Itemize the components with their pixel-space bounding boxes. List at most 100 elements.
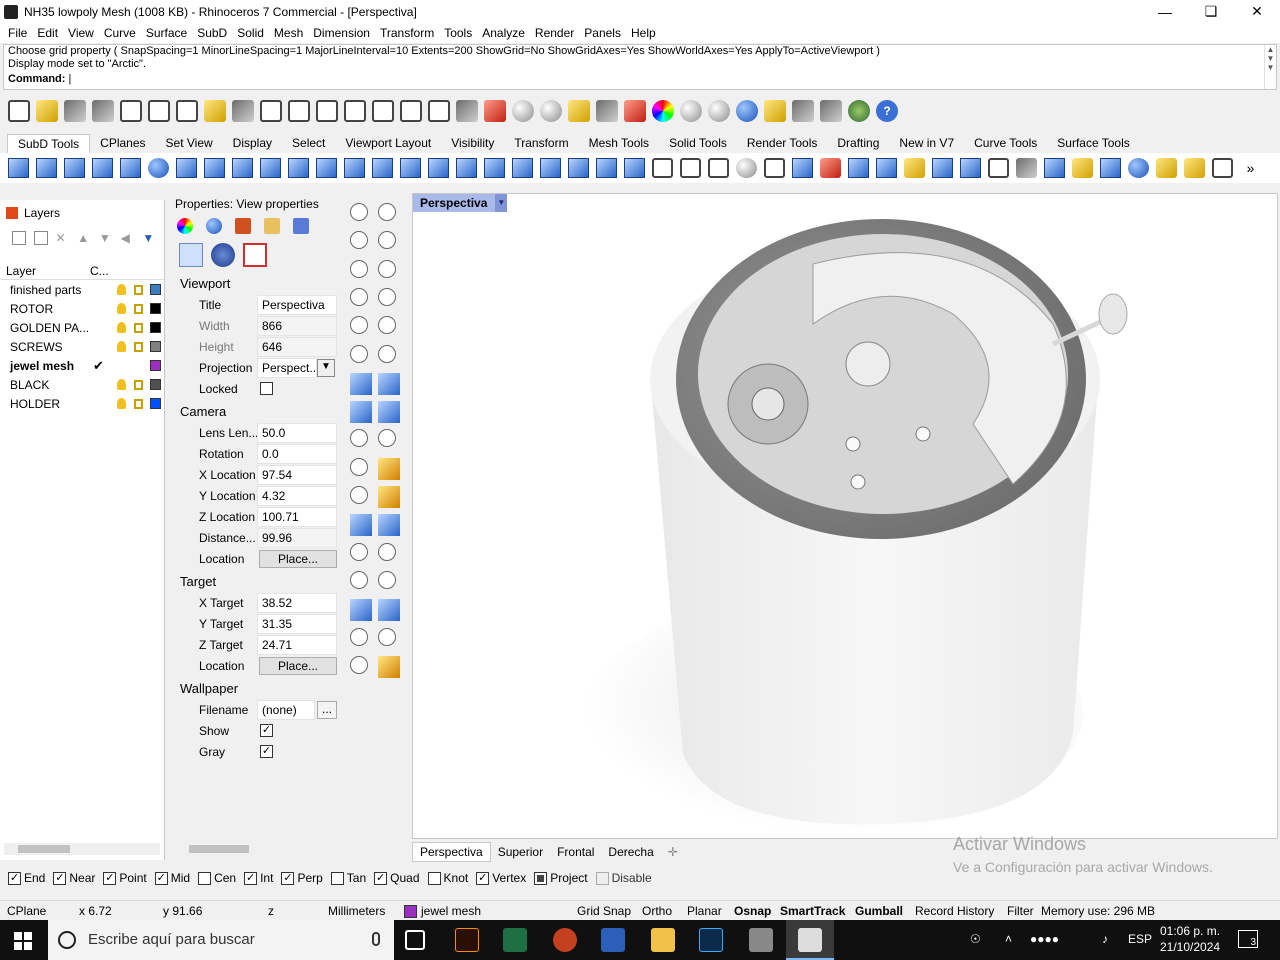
open-file-icon[interactable] [36,100,58,122]
tab-frontal[interactable]: Frontal [550,843,601,861]
rhino-taskbar-button[interactable] [786,920,834,960]
tray-apps-icon[interactable]: ●●●● [1030,932,1059,946]
unlock-icon[interactable] [134,284,143,295]
cplane-label[interactable]: CPlane [7,904,46,918]
layer-row[interactable]: HOLDER [0,394,164,413]
subd-bridge-2-icon[interactable] [288,158,309,178]
osnap-end[interactable]: ✓ End [8,871,45,885]
freeform-icon[interactable] [378,316,396,335]
menu-subd[interactable]: SubD [192,26,232,40]
circle-icon[interactable] [350,259,368,278]
polyline-icon[interactable] [350,231,368,250]
locked-checkbox[interactable] [260,382,273,395]
align-icon[interactable] [378,599,400,622]
subd-patch-icon[interactable] [876,158,897,178]
layers-hscrollbar[interactable] [4,843,160,855]
subd-align-icon[interactable] [764,158,785,178]
target-place-button[interactable]: Place... [259,656,337,675]
layer-name[interactable]: ROTOR [10,302,53,316]
named-view-icon[interactable] [211,243,235,267]
x-target-field[interactable]: 38.52 [257,592,337,613]
powerpoint-icon[interactable] [553,928,577,952]
new-file-icon[interactable] [8,100,30,122]
osnap-checkbox[interactable] [330,871,344,885]
texture-icon[interactable] [293,218,309,234]
rotate-view-icon[interactable] [288,100,310,122]
tab-cplanes[interactable]: CPlanes [90,134,155,152]
boolean-split-icon[interactable] [378,486,400,508]
tab-superior[interactable]: Superior [491,843,550,861]
spheres-icon[interactable] [378,372,400,395]
osnap-cen[interactable]: Cen [198,871,236,885]
unlock-icon[interactable] [134,379,143,390]
undo-icon[interactable] [232,100,254,122]
tab-solid-tools[interactable]: Solid Tools [659,134,737,152]
subd-box-icon[interactable] [36,158,57,178]
curve-cv-icon[interactable] [378,231,396,250]
subd-torus-icon[interactable] [204,158,225,178]
show-checkbox[interactable]: ✓ [260,724,273,737]
extrude-icon[interactable] [350,401,372,424]
layer-row[interactable]: GOLDEN PA... [0,318,164,337]
copy-icon[interactable] [176,100,198,122]
subd-weld-icon[interactable] [596,158,617,178]
layer-row[interactable]: finished parts [0,280,164,299]
car-icon[interactable] [484,100,506,122]
point-icon[interactable] [378,203,396,221]
properties-hscrollbar[interactable] [175,843,339,855]
menu-solid[interactable]: Solid [232,26,269,40]
undo-view-icon[interactable] [428,100,450,122]
windows-start-icon[interactable] [14,932,32,950]
subd-flip-icon[interactable] [820,158,841,178]
subd-loft-icon[interactable] [316,158,337,178]
tab-derecha[interactable]: Derecha [601,843,660,861]
wireframe-sphere-icon[interactable] [680,100,702,122]
box-icon[interactable] [350,372,372,395]
layer-row[interactable]: jewel mesh ✔ [0,356,164,375]
layer-name[interactable]: BLACK [10,378,49,392]
menu-render[interactable]: Render [530,26,579,40]
scroll-thumb[interactable] [189,845,249,853]
new-sublayer-icon[interactable] [33,231,48,245]
tab-viewport-layout[interactable]: Viewport Layout [335,134,441,152]
subd-gumball-icon[interactable] [1100,158,1121,178]
excel-icon[interactable] [503,928,527,952]
osnap-checkbox[interactable]: ✓ [154,871,168,885]
tab-select[interactable]: Select [282,134,335,152]
command-prompt[interactable]: Command: | [8,73,71,85]
subd-pipe-icon[interactable] [428,158,449,178]
subd-globe-icon[interactable] [1128,158,1149,178]
minimize-button[interactable]: — [1142,0,1188,23]
grasshopper-icon[interactable] [848,100,870,122]
text-icon[interactable] [350,542,368,561]
menu-curve[interactable]: Curve [99,26,141,40]
subd-box-mode-icon[interactable] [1072,158,1093,178]
subd-stitch-icon[interactable] [568,158,589,178]
tab-mesh-tools[interactable]: Mesh Tools [579,134,659,152]
subd-smooth-icon[interactable] [932,158,953,178]
chamfer-icon[interactable] [378,514,400,537]
smarttrack-toggle[interactable]: SmartTrack [780,904,845,918]
move-up-icon[interactable]: ▲ [77,231,91,245]
trim-icon[interactable] [350,457,368,476]
layer-icon[interactable] [624,100,646,122]
boolean-union-icon[interactable] [350,486,368,504]
menu-transform[interactable]: Transform [375,26,439,40]
calculator-icon[interactable] [749,928,773,952]
illustrator-icon[interactable] [455,928,479,952]
cut-icon[interactable] [148,100,170,122]
pan-hand-icon[interactable] [260,100,282,122]
arc-icon[interactable] [350,287,368,306]
subd-reflect-icon[interactable] [960,158,981,178]
osnap-checkbox[interactable]: ✓ [53,871,67,885]
osnap-checkbox[interactable]: ✓ [281,871,295,885]
delete-layer-icon[interactable]: ✕ [56,231,70,245]
grid-snap-toggle[interactable]: Grid Snap [577,904,631,918]
current-layer[interactable]: jewel mesh [404,904,481,918]
dimension-icon[interactable] [820,100,842,122]
osnap-vertex[interactable]: ✓ Vertex [476,871,526,885]
word-icon[interactable] [601,928,625,952]
osnap-quad[interactable]: ✓ Quad [374,871,420,885]
subd-brush-icon[interactable] [1184,158,1205,178]
osnap-point[interactable]: ✓ Point [103,871,147,885]
